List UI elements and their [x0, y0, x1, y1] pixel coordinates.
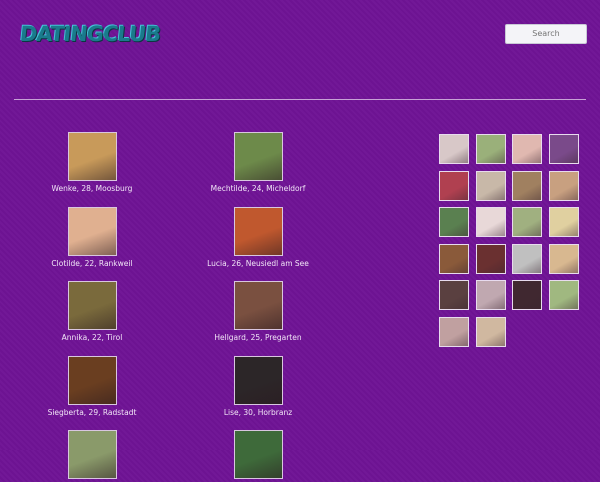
- thumbnail-photo[interactable]: [439, 134, 469, 164]
- profile-photo[interactable]: [233, 430, 283, 479]
- thumbnail-photo[interactable]: [439, 244, 469, 274]
- profile-card[interactable]: Lucia, 26, Neusiedl am See: [183, 207, 333, 268]
- profile-card[interactable]: Hellgard, 25, Pregarten: [183, 281, 333, 342]
- thumbnail-photo[interactable]: [439, 207, 469, 237]
- thumbnail-photo[interactable]: [439, 171, 469, 201]
- profile-caption[interactable]: Hellgard, 25, Pregarten: [183, 333, 333, 342]
- profile-photo[interactable]: [233, 207, 283, 256]
- thumbnail-photo[interactable]: [512, 207, 542, 237]
- thumbnail-photo[interactable]: [512, 134, 542, 164]
- site-logo[interactable]: DATINGCLUB: [19, 22, 162, 46]
- profile-card[interactable]: Clotilde, 22, Rankweil: [17, 207, 167, 268]
- thumbnail-photo[interactable]: [549, 134, 579, 164]
- profile-photo[interactable]: [67, 430, 117, 479]
- thumbnail-photo[interactable]: [476, 171, 506, 201]
- profile-caption[interactable]: Wenke, 28, Moosburg: [17, 184, 167, 193]
- thumbnail-photo[interactable]: [476, 134, 506, 164]
- header-divider: [14, 99, 586, 100]
- profile-photo[interactable]: [233, 356, 283, 405]
- profile-photo[interactable]: [67, 207, 117, 256]
- profile-photo[interactable]: [67, 132, 117, 181]
- thumbnail-photo[interactable]: [549, 280, 579, 310]
- thumbnail-photo[interactable]: [439, 317, 469, 347]
- profile-photo[interactable]: [67, 281, 117, 330]
- thumbnail-photo[interactable]: [512, 280, 542, 310]
- profile-photo[interactable]: [233, 132, 283, 181]
- thumbnail-photo[interactable]: [476, 244, 506, 274]
- profile-caption[interactable]: Annika, 22, Tirol: [17, 333, 167, 342]
- profile-photo[interactable]: [233, 281, 283, 330]
- profile-card[interactable]: Siegberta, 29, Radstadt: [17, 356, 167, 417]
- profile-caption[interactable]: Mechtilde, 24, Micheldorf: [183, 184, 333, 193]
- profile-caption[interactable]: Clotilde, 22, Rankweil: [17, 259, 167, 268]
- thumbnail-photo[interactable]: [439, 280, 469, 310]
- profile-card[interactable]: Mechtilde, 24, Micheldorf: [183, 132, 333, 193]
- thumbnail-photo[interactable]: [549, 171, 579, 201]
- profile-card[interactable]: [183, 430, 333, 482]
- profile-caption[interactable]: Lise, 30, Horbranz: [183, 408, 333, 417]
- profile-caption[interactable]: Siegberta, 29, Radstadt: [17, 408, 167, 417]
- profile-caption[interactable]: Lucia, 26, Neusiedl am See: [183, 259, 333, 268]
- profile-card[interactable]: Lise, 30, Horbranz: [183, 356, 333, 417]
- thumbnail-photo[interactable]: [512, 244, 542, 274]
- profile-card[interactable]: [17, 430, 167, 482]
- thumbnail-photo[interactable]: [476, 280, 506, 310]
- thumbnail-photo[interactable]: [512, 171, 542, 201]
- profile-photo[interactable]: [67, 356, 117, 405]
- thumbnail-photo[interactable]: [549, 207, 579, 237]
- search-input[interactable]: [505, 24, 587, 44]
- thumbnail-photo[interactable]: [476, 207, 506, 237]
- thumbnail-photo[interactable]: [476, 317, 506, 347]
- profile-card[interactable]: Annika, 22, Tirol: [17, 281, 167, 342]
- profile-card[interactable]: Wenke, 28, Moosburg: [17, 132, 167, 193]
- thumbnail-photo[interactable]: [549, 244, 579, 274]
